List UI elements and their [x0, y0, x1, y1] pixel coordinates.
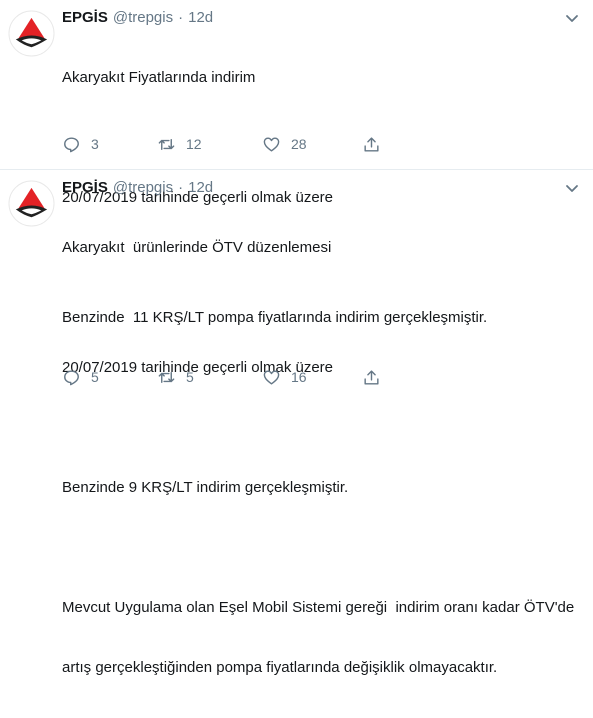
share-icon — [364, 369, 379, 385]
separator: · — [178, 179, 184, 196]
reply-icon — [64, 136, 79, 152]
tweet-line: Mevcut Uygulama olan Eşel Mobil Sistemi … — [62, 599, 575, 616]
timestamp[interactable]: 12d — [188, 8, 213, 28]
timestamp[interactable]: 12d — [188, 178, 213, 198]
avatar[interactable] — [8, 10, 55, 57]
like-button[interactable]: 16 — [262, 368, 362, 387]
chevron-down-icon[interactable] — [563, 9, 581, 27]
author-name[interactable]: EPGİS — [62, 178, 108, 198]
tweet-line: artış gerçekleştiğinden pompa fiyatların… — [62, 659, 498, 676]
heart-icon — [263, 136, 280, 152]
reply-count: 3 — [91, 136, 99, 152]
epgis-logo-icon — [8, 10, 55, 57]
tweet[interactable]: EPGİS @trepgis · 12d Akaryakıt ürünlerin… — [0, 170, 593, 676]
reply-button[interactable]: 3 — [62, 135, 157, 154]
retweet-icon — [158, 371, 175, 383]
retweet-count: 12 — [186, 136, 202, 152]
share-button[interactable] — [362, 368, 402, 387]
tweet-actions: 3 12 28 — [62, 134, 593, 154]
author-handle[interactable]: @trepgis — [113, 178, 173, 198]
like-button[interactable]: 28 — [262, 135, 362, 154]
author-name[interactable]: EPGİS — [62, 8, 108, 28]
tweet-line — [62, 538, 583, 558]
avatar[interactable] — [8, 180, 55, 227]
like-count: 16 — [291, 369, 307, 385]
epgis-logo-icon — [8, 180, 55, 227]
reply-count: 5 — [91, 369, 99, 385]
share-icon — [364, 136, 379, 152]
reply-button[interactable]: 5 — [62, 368, 157, 387]
share-button[interactable] — [362, 135, 402, 154]
tweet-line: Akaryakıt ürünlerinde ÖTV düzenlemesi — [62, 239, 332, 256]
author-handle[interactable]: @trepgis — [113, 8, 173, 28]
tweet[interactable]: EPGİS @trepgis · 12d Akaryakıt Fiyatları… — [0, 0, 593, 326]
separator: · — [178, 9, 184, 26]
tweet-text: Akaryakıt ürünlerinde ÖTV düzenlemesi 20… — [62, 198, 583, 718]
heart-icon — [263, 369, 280, 385]
tweet-feed: EPGİS @trepgis · 12d Akaryakıt Fiyatları… — [0, 0, 593, 676]
tweet-line: Akaryakıt Fiyatlarında indirim — [62, 69, 256, 86]
chevron-down-icon[interactable] — [563, 179, 581, 197]
tweet-header: EPGİS @trepgis · 12d — [62, 178, 583, 198]
tweet-actions: 5 5 16 — [62, 367, 593, 387]
retweet-count: 5 — [186, 369, 194, 385]
reply-icon — [64, 369, 79, 385]
tweet-header: EPGİS @trepgis · 12d — [62, 8, 583, 28]
retweet-icon — [158, 138, 175, 150]
tweet-line — [62, 298, 583, 318]
retweet-button[interactable]: 12 — [157, 135, 262, 154]
like-count: 28 — [291, 136, 307, 152]
tweet-line: Benzinde 9 KRŞ/LT indirim gerçekleşmişti… — [62, 479, 349, 496]
tweet-line — [62, 418, 583, 438]
retweet-button[interactable]: 5 — [157, 368, 262, 387]
